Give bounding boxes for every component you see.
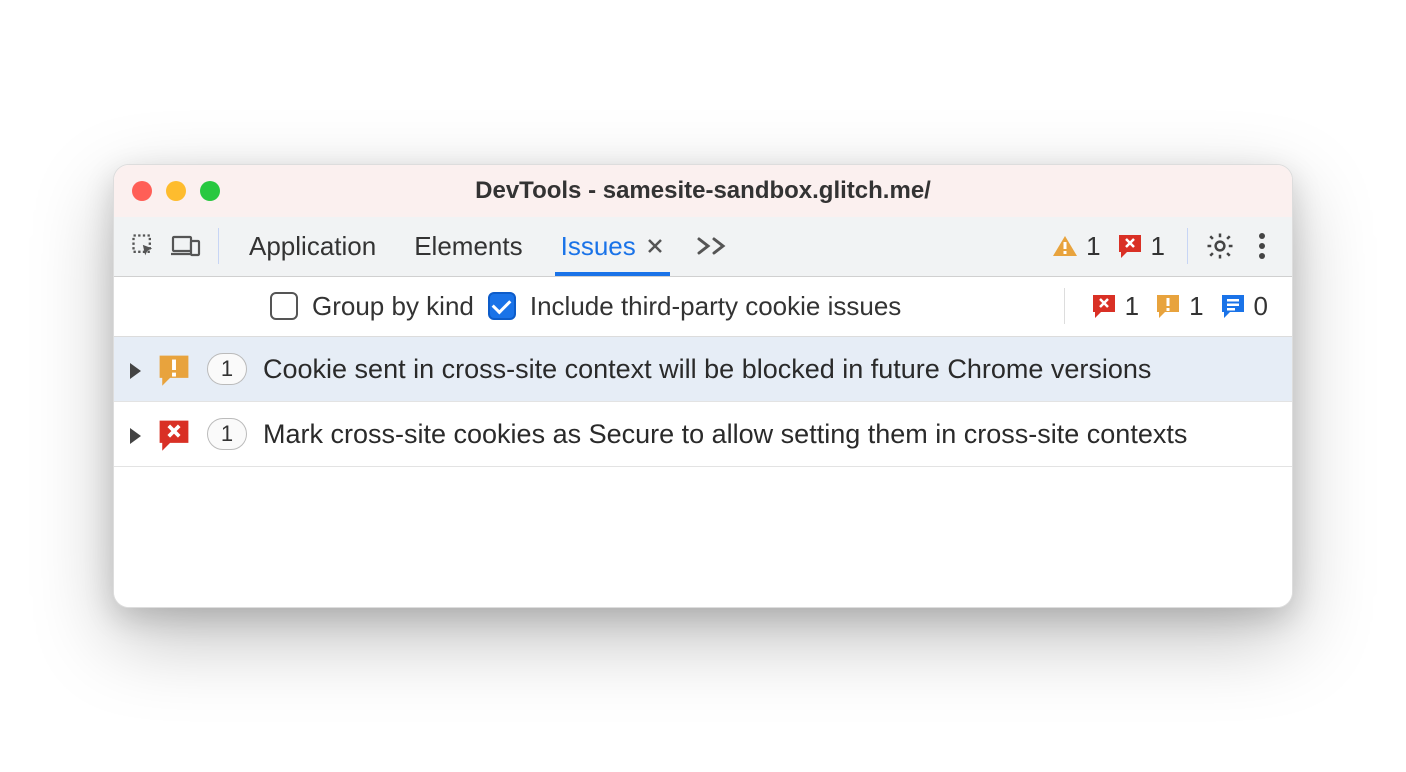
- warning-count: 1: [1189, 291, 1203, 322]
- expand-triangle-icon[interactable]: [130, 428, 141, 444]
- warning-speech-icon: [1155, 293, 1181, 319]
- issue-row[interactable]: 1 Cookie sent in cross-site context will…: [114, 337, 1292, 402]
- group-by-kind-label: Group by kind: [312, 291, 474, 322]
- window-title: DevTools - samesite-sandbox.glitch.me/: [114, 177, 1292, 205]
- error-speech-icon: [1117, 233, 1143, 259]
- close-tab-icon[interactable]: [646, 237, 664, 255]
- issue-count-badge: 1: [207, 418, 247, 450]
- include-third-party-checkbox[interactable]: [488, 292, 516, 320]
- separator: [1187, 228, 1188, 264]
- expand-triangle-icon[interactable]: [130, 363, 141, 379]
- issue-row[interactable]: 1 Mark cross-site cookies as Secure to a…: [114, 402, 1292, 467]
- separator: [1064, 288, 1065, 324]
- tab-application[interactable]: Application: [243, 217, 382, 276]
- inspect-element-icon[interactable]: [126, 228, 162, 264]
- close-window-button[interactable]: [132, 181, 152, 201]
- maximize-window-button[interactable]: [200, 181, 220, 201]
- error-count: 1: [1151, 231, 1165, 262]
- tab-label: Issues: [561, 231, 636, 262]
- main-toolbar: Application Elements Issues 1: [114, 217, 1292, 277]
- issues-filter-bar: Group by kind Include third-party cookie…: [114, 277, 1292, 337]
- titlebar: DevTools - samesite-sandbox.glitch.me/: [114, 165, 1292, 217]
- warning-count: 1: [1086, 231, 1100, 262]
- separator: [218, 228, 219, 264]
- settings-gear-icon[interactable]: [1202, 228, 1238, 264]
- toolbar-issue-counts[interactable]: 1 1: [1052, 231, 1173, 262]
- group-by-kind-checkbox[interactable]: [270, 292, 298, 320]
- filterbar-counts: 1 1 0: [1091, 291, 1276, 322]
- tab-label: Elements: [414, 231, 522, 262]
- info-speech-icon: [1220, 293, 1246, 319]
- tab-elements[interactable]: Elements: [408, 217, 528, 276]
- tab-label: Application: [249, 231, 376, 262]
- tab-issues[interactable]: Issues: [555, 217, 670, 276]
- issue-title: Cookie sent in cross-site context will b…: [263, 351, 1151, 387]
- minimize-window-button[interactable]: [166, 181, 186, 201]
- traffic-lights: [132, 181, 220, 201]
- issue-count-badge: 1: [207, 353, 247, 385]
- include-third-party-label: Include third-party cookie issues: [530, 291, 901, 322]
- panel-tabs: Application Elements Issues: [243, 217, 730, 276]
- kebab-menu-icon[interactable]: [1244, 228, 1280, 264]
- warning-speech-icon: [157, 353, 191, 387]
- error-speech-icon: [1091, 293, 1117, 319]
- error-count: 1: [1125, 291, 1139, 322]
- info-count: 0: [1254, 291, 1268, 322]
- devtools-window: DevTools - samesite-sandbox.glitch.me/ A…: [113, 164, 1293, 609]
- error-speech-icon: [157, 418, 191, 452]
- more-tabs-button[interactable]: [696, 217, 730, 276]
- issues-list: 1 Cookie sent in cross-site context will…: [114, 337, 1292, 468]
- issue-title: Mark cross-site cookies as Secure to all…: [263, 416, 1187, 452]
- device-toolbar-icon[interactable]: [168, 228, 204, 264]
- warning-triangle-icon: [1052, 234, 1078, 258]
- empty-area: [114, 467, 1292, 607]
